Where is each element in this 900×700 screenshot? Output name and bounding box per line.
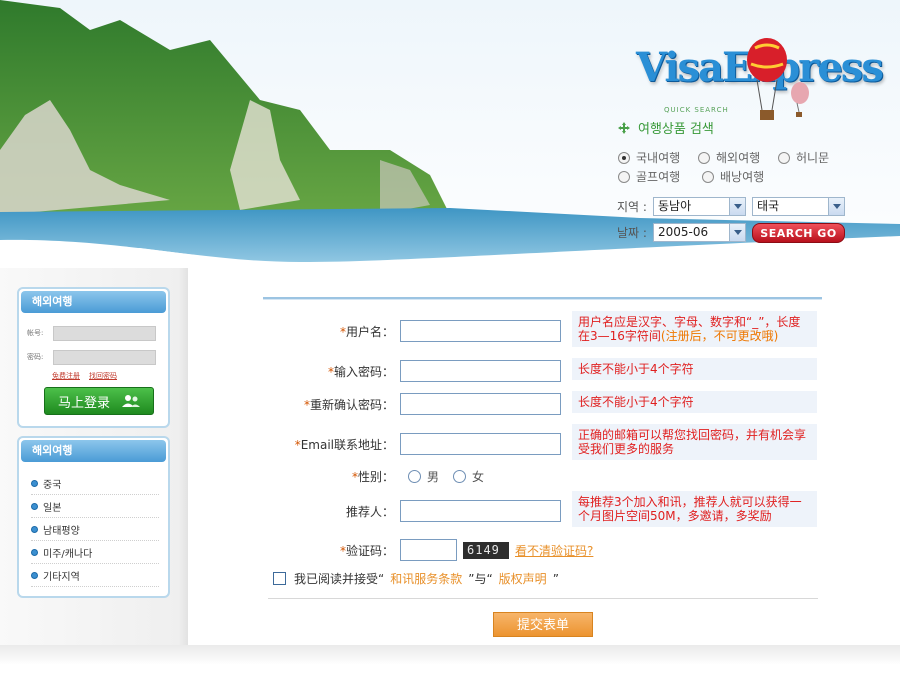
gender-female-radio[interactable] (453, 470, 467, 483)
login-pw-label: 密码: (27, 353, 44, 361)
login-id-input[interactable] (53, 325, 156, 341)
move-arrows-icon (618, 121, 630, 134)
bullet-icon (31, 571, 38, 579)
search-go-button[interactable]: SEARCH GO (752, 223, 845, 243)
password-row: *输入密码： 长度不能小于4个字符 (270, 358, 820, 382)
radio-icon[interactable] (698, 151, 710, 164)
find-password-link[interactable]: 找回密码 (89, 371, 117, 381)
gender-male-radio[interactable] (408, 470, 421, 483)
submit-button[interactable]: 提交表单 (493, 612, 593, 637)
confirm-password-tip: 长度不能小于4个字符 (572, 391, 817, 413)
banner: VisaExpress QUICK SEARCH 여행상품 검색 국내여행 해외… (0, 0, 900, 290)
date-row: 날짜 : 2005-06 (617, 223, 746, 242)
trip-type-honeymoon[interactable]: 허니문 (778, 149, 858, 166)
email-row: *Email联系地址： 正确的邮箱可以帮您找回密码，并有机会享受我们更多的服务 (270, 424, 820, 460)
quick-search-title: 여행상품 검색 (617, 118, 714, 137)
gender-options: 男 女 (400, 468, 484, 485)
referrer-tip: 每推荐3个加入和讯，推荐人就可以获得一个月图片空间50M，多邀请，多奖励 (572, 491, 817, 527)
email-label: *Email联系地址： (294, 437, 394, 452)
terms-link[interactable]: 和讯服务条款 (390, 570, 462, 587)
login-pw-row: 密码: (27, 347, 168, 367)
captcha-image: 6149 (463, 541, 509, 559)
login-panel: 해외여행 帐号: 密码: 免费注册 找回密码 马上登录 (17, 287, 170, 428)
confirm-password-label: *重新确认密码： (303, 397, 394, 412)
region-nav-panel: 해외여행 중국 일본 남태평양 미주/캐나다 기타지역 (17, 436, 170, 598)
date-label: 날짜 : (617, 226, 647, 240)
captcha-refresh-link[interactable]: 看不清验证码? (515, 542, 593, 559)
region-select[interactable]: 동남아 (653, 197, 746, 216)
region-row: 지역 : 동남아 태국 (617, 197, 845, 216)
form-top-divider (263, 297, 822, 300)
referrer-label: 推荐人： (345, 504, 394, 519)
gender-label: *性别： (351, 470, 394, 484)
bullet-icon (31, 479, 38, 487)
gender-row: *性别： 男 女 (270, 468, 820, 485)
dropdown-arrow-icon[interactable] (828, 198, 844, 215)
login-button-label: 马上登录 (57, 395, 110, 411)
login-id-row: 帐号: (27, 323, 168, 343)
page: VisaExpress QUICK SEARCH 여행상품 검색 국내여행 해외… (0, 0, 900, 700)
quick-search-title-text: 여행상품 검색 (638, 122, 714, 137)
username-label: *用户名： (339, 324, 394, 339)
trip-type-backpack[interactable]: 배낭여행 (702, 168, 786, 185)
footer-shadow (0, 645, 900, 665)
email-tip: 正确的邮箱可以帮您找回密码，并有机会享受我们更多的服务 (572, 424, 817, 460)
captcha-row: *验证码： 6149 看不清验证码? (270, 539, 820, 561)
trip-type-overseas[interactable]: 해외여행 (698, 149, 778, 166)
confirm-password-input[interactable] (400, 393, 561, 415)
login-pw-input[interactable] (53, 349, 156, 365)
referrer-row: 推荐人： 每推荐3个加入和讯，推荐人就可以获得一个月图片空间50M，多邀请，多奖… (270, 491, 820, 527)
radio-icon[interactable] (778, 151, 790, 164)
agree-checkbox[interactable] (273, 572, 286, 585)
bullet-icon (31, 502, 38, 510)
password-label: *输入密码： (327, 364, 394, 379)
bullet-icon (31, 548, 38, 556)
password-input[interactable] (400, 360, 561, 382)
referrer-input[interactable] (400, 500, 561, 522)
radio-selected-icon[interactable] (618, 151, 630, 164)
username-tip: 用户名应是汉字、字母、数字和“_”，长度在3—16字符间(注册后，不可更改哦) (572, 311, 817, 347)
trip-type-golf[interactable]: 골프여행 (618, 168, 702, 185)
login-links: 免费注册 找回密码 (27, 371, 168, 381)
register-link[interactable]: 免费注册 (52, 371, 80, 381)
captcha-label: *验证码： (339, 543, 394, 558)
region-label: 지역 : (617, 200, 647, 214)
hot-air-balloon-icon (747, 38, 809, 120)
trip-type-options: 국내여행 해외여행 허니문 골프여행 배낭여행 (618, 148, 858, 186)
radio-icon[interactable] (702, 170, 714, 183)
users-icon (122, 395, 140, 407)
password-tip: 长度不能小于4个字符 (572, 358, 817, 380)
confirm-password-row: *重新确认密码： 长度不能小于4个字符 (270, 391, 820, 415)
region-nav-title: 해외여행 (21, 440, 166, 462)
nav-item-japan[interactable]: 일본 (31, 495, 159, 518)
bullet-icon (31, 525, 38, 533)
nav-item-america-canada[interactable]: 미주/캐나다 (31, 541, 159, 564)
date-select[interactable]: 2005-06 (653, 223, 746, 242)
login-panel-title: 해외여행 (21, 291, 166, 313)
trip-type-domestic[interactable]: 국내여행 (618, 149, 698, 166)
username-row: *用户名： 用户名应是汉字、字母、数字和“_”，长度在3—16字符间(注册后，不… (270, 311, 820, 347)
username-input[interactable] (400, 320, 561, 342)
login-id-label: 帐号: (27, 329, 44, 337)
dropdown-arrow-icon[interactable] (729, 224, 745, 241)
radio-icon[interactable] (618, 170, 630, 183)
copyright-link[interactable]: 版权声明 (499, 570, 547, 587)
agreement-row: 我已阅读并接受“ 和讯服务条款 ”与“ 版权声明 ” (273, 570, 559, 587)
form-bottom-divider (268, 598, 818, 599)
email-input[interactable] (400, 433, 561, 455)
captcha-input[interactable] (400, 539, 457, 561)
nav-item-south-pacific[interactable]: 남태평양 (31, 518, 159, 541)
nav-item-other[interactable]: 기타지역 (31, 564, 159, 587)
dropdown-arrow-icon[interactable] (729, 198, 745, 215)
login-button[interactable]: 马上登录 (44, 387, 154, 415)
quick-search-subtitle: QUICK SEARCH (664, 106, 729, 114)
nav-item-china[interactable]: 중국 (31, 472, 159, 495)
country-select[interactable]: 태국 (752, 197, 845, 216)
